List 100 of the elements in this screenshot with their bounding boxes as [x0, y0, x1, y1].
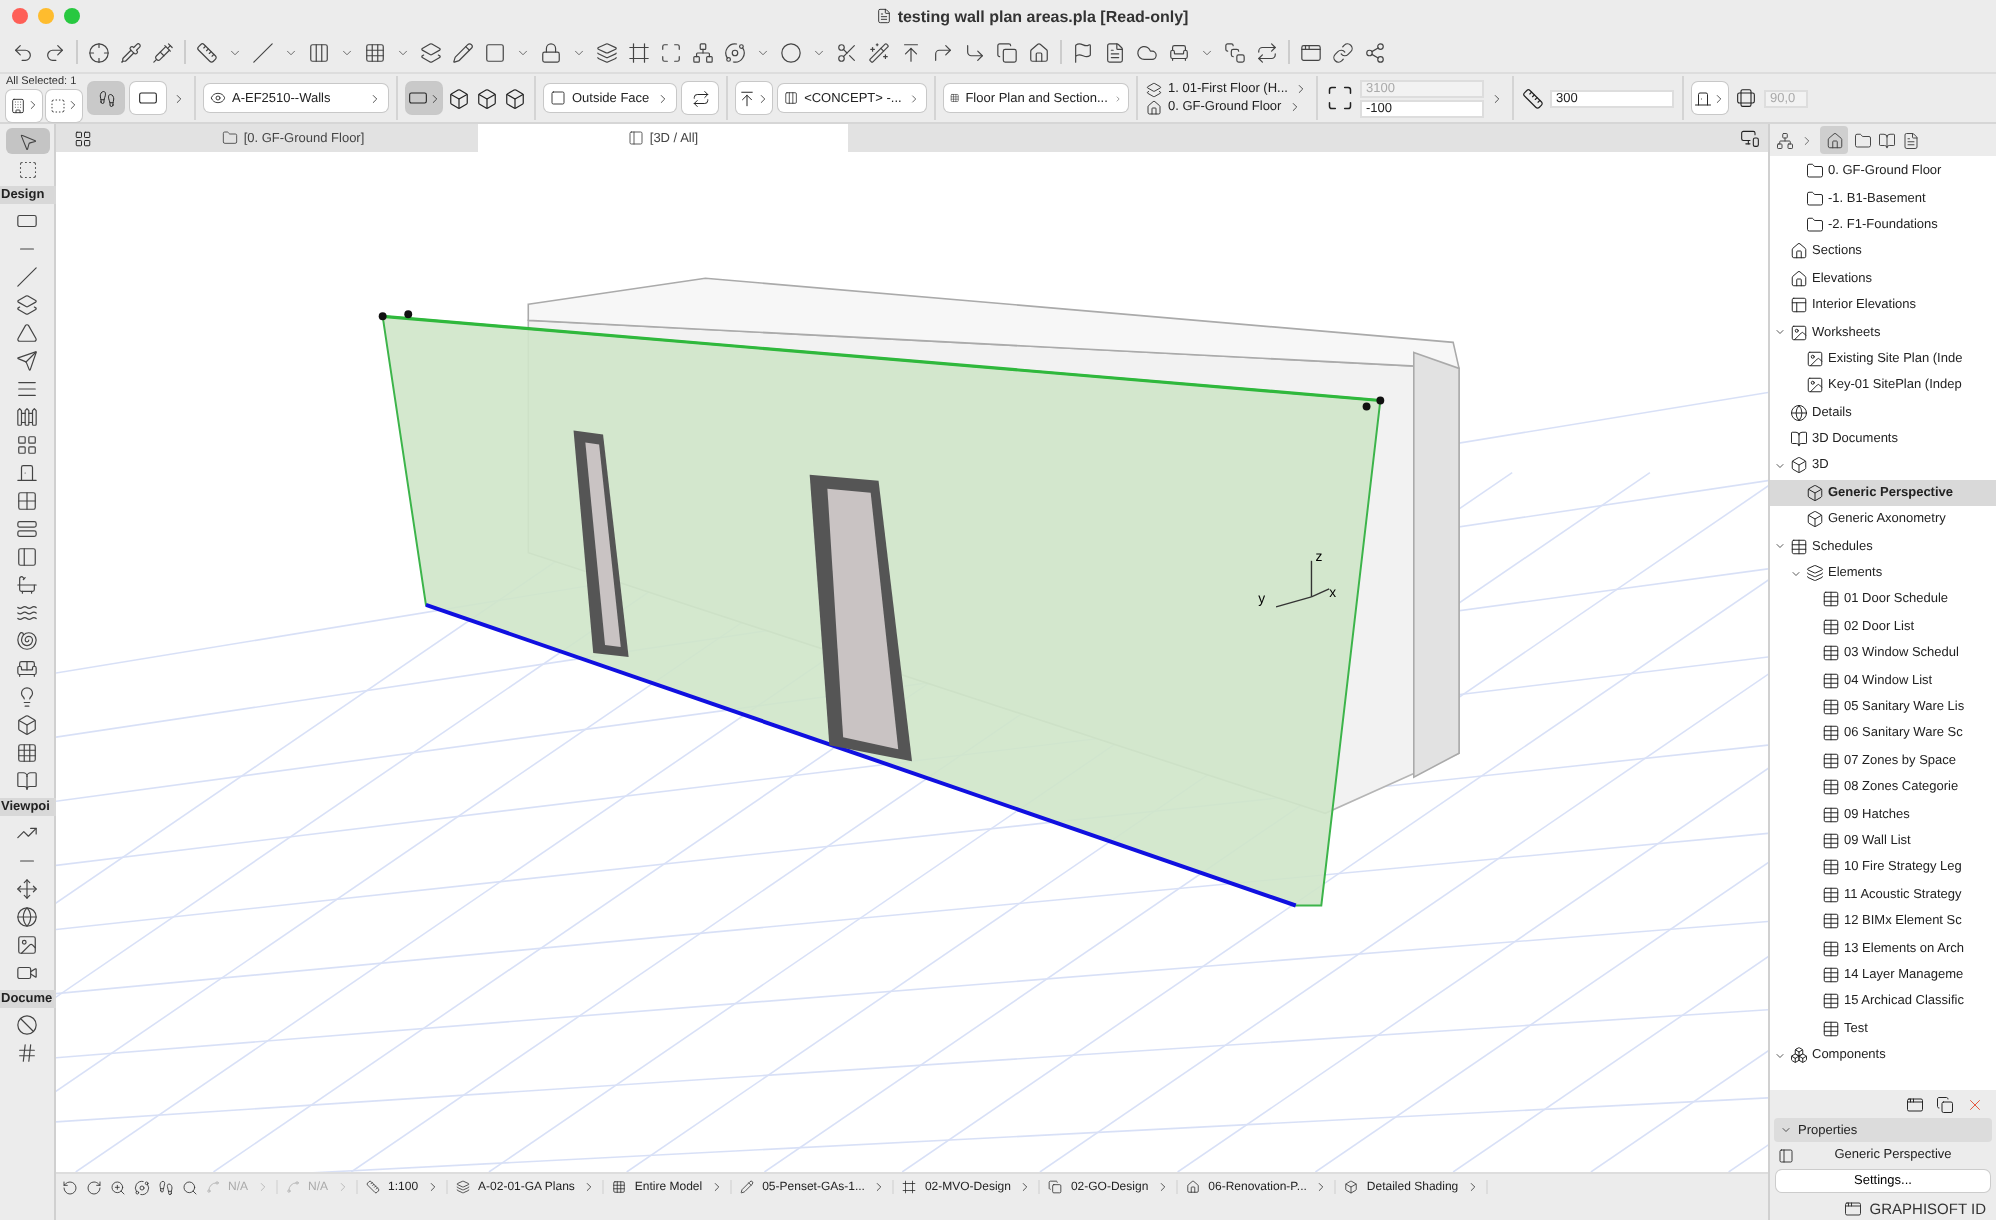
caret-icon[interactable]: [340, 45, 354, 59]
redo-icon[interactable]: [44, 41, 66, 63]
syringe-icon[interactable]: [152, 41, 174, 63]
structure-button[interactable]: [736, 82, 772, 114]
zoom-icon[interactable]: [182, 1179, 198, 1195]
grid-icon[interactable]: [73, 129, 91, 147]
book-icon[interactable]: [16, 770, 38, 792]
zone-tool-icon[interactable]: [16, 574, 38, 596]
slab-tool-icon[interactable]: [16, 294, 38, 316]
profile-button[interactable]: [1691, 82, 1728, 114]
copy-icon[interactable]: [996, 41, 1018, 63]
repeat-icon[interactable]: [1256, 41, 1278, 63]
circle-icon[interactable]: [780, 41, 802, 63]
window-tool-icon[interactable]: [16, 490, 38, 512]
caret-icon[interactable]: [572, 45, 586, 59]
house-icon[interactable]: [1825, 131, 1843, 149]
folder-icon[interactable]: [1854, 131, 1872, 149]
guide-line-icon[interactable]: [252, 41, 274, 63]
caret-icon[interactable]: [756, 45, 770, 59]
caret-icon[interactable]: [228, 45, 242, 59]
ruler-icon[interactable]: [196, 41, 218, 63]
globe-icon[interactable]: [16, 906, 38, 928]
arrow-tool-button[interactable]: [5, 128, 49, 154]
snap-icon[interactable]: [308, 41, 330, 63]
window-icon[interactable]: [1300, 41, 1322, 63]
camera-icon[interactable]: [16, 962, 38, 984]
move-icon[interactable]: [16, 878, 38, 900]
lamp-tool-icon[interactable]: [16, 686, 38, 708]
grid-icon[interactable]: [364, 41, 386, 63]
element-type-button[interactable]: [6, 89, 42, 121]
tool-settings-button[interactable]: [130, 82, 166, 114]
zoom-in-icon[interactable]: [110, 1179, 126, 1195]
copy-icon[interactable]: [1936, 1095, 1954, 1113]
morph-tool-icon[interactable]: [16, 630, 38, 652]
lock-icon[interactable]: [540, 41, 562, 63]
mesh-tool-icon[interactable]: [16, 602, 38, 624]
cloud-icon[interactable]: [1136, 41, 1158, 63]
corner-arrow-icon[interactable]: [932, 41, 954, 63]
maximize-icon[interactable]: [660, 41, 682, 63]
redo-view-icon[interactable]: [86, 1179, 102, 1195]
square-icon[interactable]: [484, 41, 506, 63]
cube-icon[interactable]: [448, 87, 470, 109]
scissors-icon[interactable]: [836, 41, 858, 63]
window-icon[interactable]: [1843, 1199, 1862, 1217]
undo-icon[interactable]: [12, 41, 34, 63]
caret-icon[interactable]: [1200, 45, 1214, 59]
window-icon[interactable]: [1906, 1095, 1924, 1113]
caret-icon[interactable]: [396, 45, 410, 59]
pick-button[interactable]: [88, 82, 124, 114]
layers-icon[interactable]: [596, 41, 618, 63]
image-icon[interactable]: [16, 934, 38, 956]
wand-icon[interactable]: [868, 41, 890, 63]
stair-tool-icon[interactable]: [16, 378, 38, 400]
object-tool-icon[interactable]: [16, 658, 38, 680]
detail-tool-icon[interactable]: [16, 1014, 38, 1036]
eyedropper-icon[interactable]: [120, 41, 142, 63]
frame-icon[interactable]: [628, 41, 650, 63]
share-icon[interactable]: [1364, 41, 1386, 63]
opening-tool-icon[interactable]: [16, 546, 38, 568]
caret-icon[interactable]: [284, 45, 298, 59]
document-icon[interactable]: [1104, 41, 1126, 63]
link-icon[interactable]: [1332, 41, 1354, 63]
layers-icon[interactable]: [420, 41, 442, 63]
shell-tool-icon[interactable]: [16, 350, 38, 372]
caret-icon[interactable]: [812, 45, 826, 59]
navigator-icon[interactable]: [1776, 131, 1794, 149]
undo-view-icon[interactable]: [62, 1179, 78, 1195]
document-icon[interactable]: [1902, 131, 1920, 149]
close-button[interactable]: [12, 8, 28, 24]
cube-icon[interactable]: [16, 714, 38, 736]
curtain-wall-icon[interactable]: [16, 434, 38, 456]
selected-wall-drawing[interactable]: [378, 310, 1385, 908]
chair-icon[interactable]: [1168, 41, 1190, 63]
flag-icon[interactable]: [1072, 41, 1094, 63]
grid-icon[interactable]: [16, 742, 38, 764]
trapezoid-wall-icon[interactable]: [504, 87, 526, 109]
pencil-icon[interactable]: [452, 41, 474, 63]
skylight-tool-icon[interactable]: [16, 518, 38, 540]
view-mode-icon[interactable]: [1740, 128, 1760, 148]
book-icon[interactable]: [1878, 131, 1896, 149]
slanted-wall-icon[interactable]: [476, 87, 498, 109]
roof-tool-icon[interactable]: [16, 322, 38, 344]
section-tool-icon[interactable]: [16, 822, 38, 844]
wall-tool-icon[interactable]: [16, 210, 38, 232]
arrow-up-icon[interactable]: [900, 41, 922, 63]
flip-button[interactable]: [682, 82, 718, 114]
corner-arrow-icon[interactable]: [964, 41, 986, 63]
house-icon[interactable]: [1028, 41, 1050, 63]
railing-tool-icon[interactable]: [16, 406, 38, 428]
orbit-icon[interactable]: [724, 41, 746, 63]
door-tool-icon[interactable]: [16, 462, 38, 484]
stack-icon[interactable]: [1224, 41, 1246, 63]
crosshair-icon[interactable]: [88, 41, 110, 63]
network-icon[interactable]: [692, 41, 714, 63]
beam-tool-icon[interactable]: [16, 266, 38, 288]
hatch-icon[interactable]: [16, 1042, 38, 1064]
orbit-icon[interactable]: [134, 1179, 150, 1195]
walk-icon[interactable]: [158, 1179, 174, 1195]
close-icon[interactable]: [1966, 1095, 1984, 1113]
caret-icon[interactable]: [516, 45, 530, 59]
